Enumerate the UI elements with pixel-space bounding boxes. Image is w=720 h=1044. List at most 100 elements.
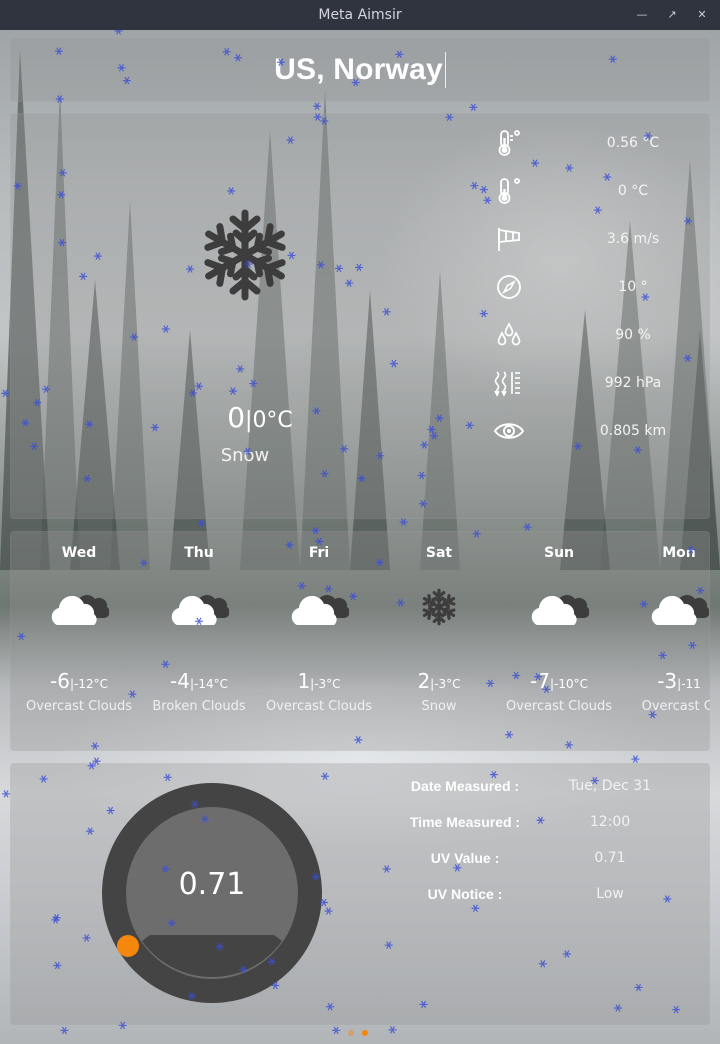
stat-value: 90 % — [615, 327, 651, 343]
cloud-icon — [291, 595, 349, 625]
forecast-description: Snow — [421, 699, 457, 714]
minimize-button[interactable]: — — [634, 7, 650, 23]
forecast-day-name: Thu — [184, 545, 214, 561]
forecast-day[interactable]: Sun -7|-10°C Overcast Clouds — [499, 531, 619, 751]
maximize-button[interactable]: ↗ — [664, 7, 680, 23]
snowflake-particle — [332, 1026, 341, 1035]
forecast-day[interactable]: Sat 2|-3°C Snow — [379, 531, 499, 751]
uv-row-date: Date Measured : Tue, Dec 31 — [400, 778, 700, 798]
uv-row-value: Low — [596, 886, 624, 902]
forecast-strip[interactable]: Wed -6|-12°C Overcast Clouds Thu -4|-14°… — [10, 531, 710, 751]
uv-gauge-value: 0.71 — [178, 867, 246, 902]
forecast-day-name: Fri — [308, 545, 330, 561]
stat-temperature: 0.56 °C — [493, 128, 713, 158]
cloud-icon — [171, 595, 229, 625]
uv-row-notice: UV Notice : Low — [400, 886, 700, 906]
thermometer-icon — [493, 176, 525, 206]
pressure-icon — [493, 368, 525, 398]
forecast-description: Overcast Clouds — [25, 699, 132, 714]
forecast-temps: -4|-14°C — [139, 669, 259, 693]
forecast-temps: 2|-3°C — [379, 669, 499, 693]
forecast-high: -4 — [170, 669, 190, 693]
forecast-description: Overcast Clouds — [265, 699, 372, 714]
forecast-temps: -3|-11 — [619, 669, 710, 693]
stat-value: 0.805 km — [599, 423, 667, 439]
forecast-day-name: Sun — [543, 545, 575, 561]
stat-feels-like: 0 °C — [493, 176, 713, 206]
forecast-day[interactable]: Thu -4|-14°C Broken Clouds — [139, 531, 259, 751]
forecast-low: -12°C — [74, 677, 108, 691]
cloud-icon — [531, 595, 589, 625]
close-button[interactable]: ✕ — [694, 7, 710, 23]
cloud-icon — [651, 595, 709, 625]
uv-row-value: 0.71 — [594, 850, 626, 866]
forecast-low: -10°C — [554, 677, 588, 691]
forecast-low: -11 — [681, 677, 701, 691]
forecast-description: Overcast Cl — [641, 699, 710, 714]
forecast-description: Overcast Clouds — [505, 699, 612, 714]
forecast-day[interactable]: Mon -3|-11 Overcast Cl — [619, 531, 710, 751]
uv-row-label: UV Value : — [430, 850, 500, 866]
window-titlebar: Meta Aimsir — ↗ ✕ — [0, 0, 720, 30]
stat-wind-direction: 10 ° — [493, 272, 713, 302]
current-weather-panel: 0|0°C Snow 0.56 °C 0 °C 3.6 m/s 10 ° 90 … — [10, 113, 710, 519]
forecast-day-name: Sat — [425, 545, 453, 561]
forecast-temps: -6|-12°C — [19, 669, 139, 693]
snowflake-particle — [631, 755, 640, 763]
uv-row-time: Time Measured : 12:00 — [400, 814, 700, 834]
eye-icon — [493, 416, 525, 446]
snowflake-particle — [60, 1026, 69, 1035]
stat-wind-speed: 3.6 m/s — [493, 224, 713, 254]
window-title: Meta Aimsir — [318, 7, 402, 23]
stat-value: 3.6 m/s — [606, 231, 660, 247]
uv-gauge-indicator — [117, 935, 139, 957]
uv-row-label: Time Measured : — [409, 814, 521, 830]
forecast-low: -3°C — [434, 677, 461, 691]
stat-value: 992 hPa — [604, 375, 662, 391]
compass-icon — [493, 272, 525, 302]
forecast-temps: -7|-10°C — [499, 669, 619, 693]
uv-row-value: Tue, Dec 31 — [568, 778, 652, 794]
forecast-description: Broken Clouds — [152, 699, 246, 714]
forecast-high: -3 — [657, 669, 678, 693]
page-dot-active[interactable] — [362, 1030, 368, 1036]
uv-row-label: Date Measured : — [410, 778, 520, 794]
humidity-drops-icon — [493, 320, 525, 350]
page-dot[interactable] — [348, 1030, 354, 1036]
uv-row-label: UV Notice : — [427, 886, 503, 902]
uv-row-value: 12:00 — [589, 814, 631, 830]
forecast-high: -7 — [530, 669, 550, 693]
forecast-high: 1 — [297, 669, 311, 693]
text-caret — [444, 52, 446, 88]
snowflake-icon — [420, 588, 458, 626]
uv-row-value: UV Value : 0.71 — [400, 850, 700, 870]
stat-value: 0 °C — [617, 183, 649, 199]
forecast-low: -3°C — [314, 677, 341, 691]
forecast-day[interactable]: Wed -6|-12°C Overcast Clouds — [19, 531, 139, 751]
thermometer-icon — [493, 128, 525, 158]
stat-visibility: 0.805 km — [493, 416, 713, 446]
forecast-high: -6 — [50, 669, 70, 693]
snowflake-particle — [2, 790, 11, 798]
current-temperature: 0|0°C — [160, 401, 360, 434]
stat-value: 10 ° — [618, 279, 648, 295]
forecast-day[interactable]: Fri 1|-3°C Overcast Clouds — [259, 531, 379, 751]
current-description: Snow — [220, 445, 270, 466]
snowflake-icon — [195, 209, 295, 305]
forecast-temps: 1|-3°C — [259, 669, 379, 693]
forecast-low: -14°C — [194, 677, 228, 691]
stat-pressure: 992 hPa — [493, 368, 713, 398]
stat-value: 0.56 °C — [606, 135, 660, 151]
page-indicator — [348, 1030, 378, 1038]
stat-humidity: 90 % — [493, 320, 713, 350]
location-input[interactable]: US, Norway — [274, 53, 443, 87]
uv-panel: 0.71 Date Measured : Tue, Dec 31 Time Me… — [10, 763, 710, 1025]
feels-like-temp: 0°C — [252, 408, 293, 433]
snowflake-particle — [388, 1026, 397, 1034]
cloud-icon — [51, 595, 109, 625]
current-temp-value: 0 — [227, 401, 246, 434]
forecast-high: 2 — [417, 669, 431, 693]
windsock-icon — [493, 224, 525, 254]
location-search[interactable]: US, Norway — [10, 38, 710, 102]
forecast-day-name: Mon — [662, 545, 696, 561]
